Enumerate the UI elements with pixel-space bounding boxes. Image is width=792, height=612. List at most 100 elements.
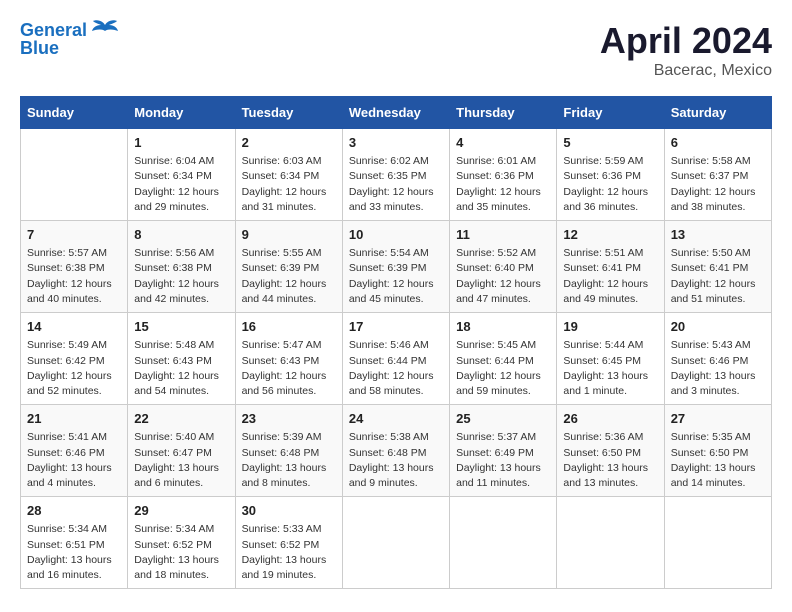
day-number: 3 bbox=[349, 134, 443, 152]
day-info: Sunrise: 5:41 AM Sunset: 6:46 PM Dayligh… bbox=[27, 430, 121, 491]
calendar-cell: 2 Sunrise: 6:03 AM Sunset: 6:34 PM Daylig… bbox=[235, 129, 342, 221]
logo-bird-icon bbox=[91, 17, 119, 39]
calendar-cell: 4 Sunrise: 6:01 AM Sunset: 6:36 PM Daylig… bbox=[450, 129, 557, 221]
day-info: Sunrise: 5:46 AM Sunset: 6:44 PM Dayligh… bbox=[349, 338, 443, 399]
location: Bacerac, Mexico bbox=[600, 62, 772, 80]
calendar-cell: 11 Sunrise: 5:52 AM Sunset: 6:40 PM Dayli… bbox=[450, 221, 557, 313]
weekday-header-friday: Friday bbox=[557, 97, 664, 129]
day-info: Sunrise: 5:33 AM Sunset: 6:52 PM Dayligh… bbox=[242, 522, 336, 583]
weekday-header-monday: Monday bbox=[128, 97, 235, 129]
calendar-cell: 10 Sunrise: 5:54 AM Sunset: 6:39 PM Dayli… bbox=[342, 221, 449, 313]
day-info: Sunrise: 5:58 AM Sunset: 6:37 PM Dayligh… bbox=[671, 154, 765, 215]
day-number: 15 bbox=[134, 318, 228, 336]
day-number: 1 bbox=[134, 134, 228, 152]
calendar-cell: 30 Sunrise: 5:33 AM Sunset: 6:52 PM Dayli… bbox=[235, 497, 342, 589]
calendar-cell: 14 Sunrise: 5:49 AM Sunset: 6:42 PM Dayli… bbox=[21, 313, 128, 405]
logo-text-blue: Blue bbox=[20, 38, 59, 60]
day-number: 25 bbox=[456, 410, 550, 428]
day-number: 17 bbox=[349, 318, 443, 336]
day-number: 8 bbox=[134, 226, 228, 244]
calendar-cell: 23 Sunrise: 5:39 AM Sunset: 6:48 PM Dayli… bbox=[235, 405, 342, 497]
calendar-cell: 27 Sunrise: 5:35 AM Sunset: 6:50 PM Dayli… bbox=[664, 405, 771, 497]
calendar-cell: 15 Sunrise: 5:48 AM Sunset: 6:43 PM Dayli… bbox=[128, 313, 235, 405]
calendar-cell bbox=[450, 497, 557, 589]
page-header: General Blue April 2024 Bacerac, Mexico bbox=[20, 20, 772, 80]
day-number: 24 bbox=[349, 410, 443, 428]
title-area: April 2024 Bacerac, Mexico bbox=[600, 20, 772, 80]
day-number: 5 bbox=[563, 134, 657, 152]
calendar-cell: 1Sunrise: 6:04 AM Sunset: 6:34 PM Daylig… bbox=[128, 129, 235, 221]
week-row-3: 14 Sunrise: 5:49 AM Sunset: 6:42 PM Dayli… bbox=[21, 313, 772, 405]
day-number: 14 bbox=[27, 318, 121, 336]
weekday-header-wednesday: Wednesday bbox=[342, 97, 449, 129]
day-info: Sunrise: 5:40 AM Sunset: 6:47 PM Dayligh… bbox=[134, 430, 228, 491]
day-info: Sunrise: 5:34 AM Sunset: 6:52 PM Dayligh… bbox=[134, 522, 228, 583]
calendar-cell bbox=[664, 497, 771, 589]
weekday-header-thursday: Thursday bbox=[450, 97, 557, 129]
day-number: 19 bbox=[563, 318, 657, 336]
day-info: Sunrise: 5:38 AM Sunset: 6:48 PM Dayligh… bbox=[349, 430, 443, 491]
day-number: 30 bbox=[242, 502, 336, 520]
day-info: Sunrise: 5:50 AM Sunset: 6:41 PM Dayligh… bbox=[671, 246, 765, 307]
day-info: Sunrise: 5:51 AM Sunset: 6:41 PM Dayligh… bbox=[563, 246, 657, 307]
day-info: Sunrise: 5:48 AM Sunset: 6:43 PM Dayligh… bbox=[134, 338, 228, 399]
day-number: 26 bbox=[563, 410, 657, 428]
calendar-cell: 26Sunrise: 5:36 AM Sunset: 6:50 PM Dayli… bbox=[557, 405, 664, 497]
calendar-cell: 29 Sunrise: 5:34 AM Sunset: 6:52 PM Dayli… bbox=[128, 497, 235, 589]
calendar-table: SundayMondayTuesdayWednesdayThursdayFrid… bbox=[20, 96, 772, 589]
day-info: Sunrise: 5:45 AM Sunset: 6:44 PM Dayligh… bbox=[456, 338, 550, 399]
week-row-5: 28 Sunrise: 5:34 AM Sunset: 6:51 PM Dayli… bbox=[21, 497, 772, 589]
day-info: Sunrise: 6:02 AM Sunset: 6:35 PM Dayligh… bbox=[349, 154, 443, 215]
calendar-cell: 8 Sunrise: 5:56 AM Sunset: 6:38 PM Daylig… bbox=[128, 221, 235, 313]
day-number: 21 bbox=[27, 410, 121, 428]
day-info: Sunrise: 5:54 AM Sunset: 6:39 PM Dayligh… bbox=[349, 246, 443, 307]
day-info: Sunrise: 5:43 AM Sunset: 6:46 PM Dayligh… bbox=[671, 338, 765, 399]
calendar-cell: 20 Sunrise: 5:43 AM Sunset: 6:46 PM Dayli… bbox=[664, 313, 771, 405]
day-number: 10 bbox=[349, 226, 443, 244]
week-row-1: 1Sunrise: 6:04 AM Sunset: 6:34 PM Daylig… bbox=[21, 129, 772, 221]
weekday-header-sunday: Sunday bbox=[21, 97, 128, 129]
day-number: 27 bbox=[671, 410, 765, 428]
day-info: Sunrise: 5:34 AM Sunset: 6:51 PM Dayligh… bbox=[27, 522, 121, 583]
calendar-cell: 6 Sunrise: 5:58 AM Sunset: 6:37 PM Daylig… bbox=[664, 129, 771, 221]
day-info: Sunrise: 5:47 AM Sunset: 6:43 PM Dayligh… bbox=[242, 338, 336, 399]
weekday-header-saturday: Saturday bbox=[664, 97, 771, 129]
day-number: 28 bbox=[27, 502, 121, 520]
day-info: Sunrise: 6:01 AM Sunset: 6:36 PM Dayligh… bbox=[456, 154, 550, 215]
calendar-cell: 16 Sunrise: 5:47 AM Sunset: 6:43 PM Dayli… bbox=[235, 313, 342, 405]
day-info: Sunrise: 5:35 AM Sunset: 6:50 PM Dayligh… bbox=[671, 430, 765, 491]
day-number: 18 bbox=[456, 318, 550, 336]
calendar-cell: 5Sunrise: 5:59 AM Sunset: 6:36 PM Daylig… bbox=[557, 129, 664, 221]
calendar-cell: 12Sunrise: 5:51 AM Sunset: 6:41 PM Dayli… bbox=[557, 221, 664, 313]
calendar-cell: 17 Sunrise: 5:46 AM Sunset: 6:44 PM Dayli… bbox=[342, 313, 449, 405]
day-number: 4 bbox=[456, 134, 550, 152]
calendar-cell: 24 Sunrise: 5:38 AM Sunset: 6:48 PM Dayli… bbox=[342, 405, 449, 497]
day-number: 13 bbox=[671, 226, 765, 244]
weekday-header-row: SundayMondayTuesdayWednesdayThursdayFrid… bbox=[21, 97, 772, 129]
day-number: 23 bbox=[242, 410, 336, 428]
day-info: Sunrise: 5:49 AM Sunset: 6:42 PM Dayligh… bbox=[27, 338, 121, 399]
calendar-cell: 3 Sunrise: 6:02 AM Sunset: 6:35 PM Daylig… bbox=[342, 129, 449, 221]
day-info: Sunrise: 6:03 AM Sunset: 6:34 PM Dayligh… bbox=[242, 154, 336, 215]
day-number: 29 bbox=[134, 502, 228, 520]
calendar-cell: 7Sunrise: 5:57 AM Sunset: 6:38 PM Daylig… bbox=[21, 221, 128, 313]
day-info: Sunrise: 5:52 AM Sunset: 6:40 PM Dayligh… bbox=[456, 246, 550, 307]
month-title: April 2024 bbox=[600, 20, 772, 62]
calendar-cell: 22Sunrise: 5:40 AM Sunset: 6:47 PM Dayli… bbox=[128, 405, 235, 497]
day-number: 20 bbox=[671, 318, 765, 336]
calendar-cell: 19 Sunrise: 5:44 AM Sunset: 6:45 PM Dayli… bbox=[557, 313, 664, 405]
day-info: Sunrise: 5:44 AM Sunset: 6:45 PM Dayligh… bbox=[563, 338, 657, 399]
weekday-header-tuesday: Tuesday bbox=[235, 97, 342, 129]
day-info: Sunrise: 5:56 AM Sunset: 6:38 PM Dayligh… bbox=[134, 246, 228, 307]
calendar-cell bbox=[342, 497, 449, 589]
calendar-cell bbox=[557, 497, 664, 589]
day-info: Sunrise: 5:39 AM Sunset: 6:48 PM Dayligh… bbox=[242, 430, 336, 491]
day-number: 16 bbox=[242, 318, 336, 336]
calendar-cell: 18 Sunrise: 5:45 AM Sunset: 6:44 PM Dayli… bbox=[450, 313, 557, 405]
day-info: Sunrise: 5:57 AM Sunset: 6:38 PM Dayligh… bbox=[27, 246, 121, 307]
calendar-cell: 25Sunrise: 5:37 AM Sunset: 6:49 PM Dayli… bbox=[450, 405, 557, 497]
week-row-4: 21 Sunrise: 5:41 AM Sunset: 6:46 PM Dayli… bbox=[21, 405, 772, 497]
day-number: 2 bbox=[242, 134, 336, 152]
day-number: 6 bbox=[671, 134, 765, 152]
day-number: 11 bbox=[456, 226, 550, 244]
